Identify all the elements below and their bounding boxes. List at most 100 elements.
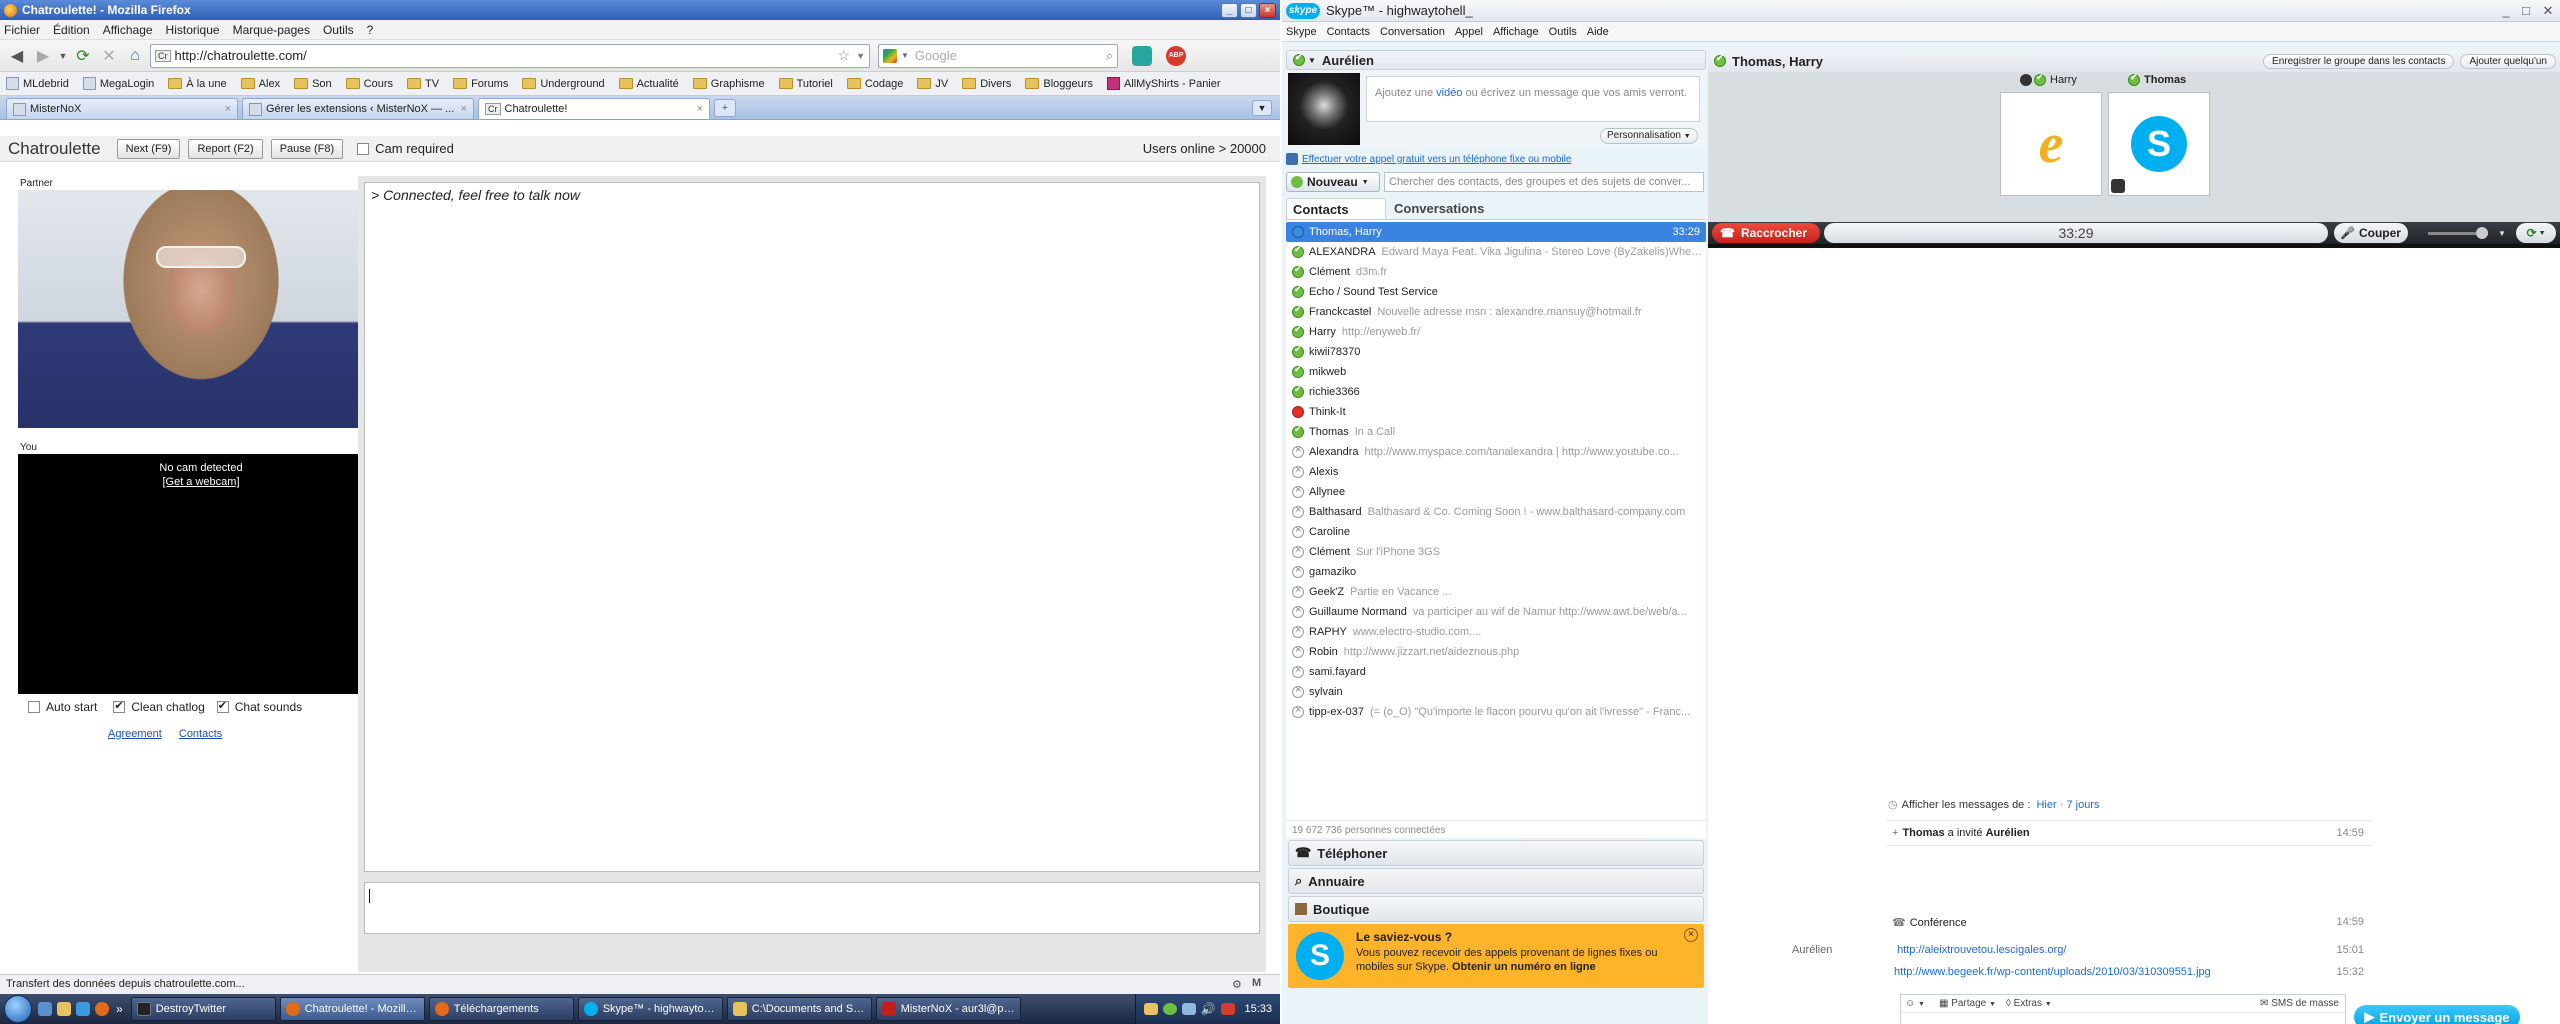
free-call-banner[interactable]: Effectuer votre appel gratuit vers un té… xyxy=(1286,150,1706,168)
tray-folder-icon[interactable] xyxy=(1143,1003,1158,1015)
section-directory[interactable]: ⌕ Annuaire xyxy=(1288,868,1704,894)
tray-security-icon[interactable] xyxy=(1221,1003,1236,1015)
menu-help[interactable]: ? xyxy=(367,23,374,37)
participant-thomas[interactable]: S xyxy=(2108,92,2210,196)
taskbar-firefox[interactable]: Chatroulette! - Mozilla... xyxy=(279,997,425,1021)
quicklaunch-firefox-icon[interactable] xyxy=(95,1002,109,1016)
mood-message-input[interactable]: Ajoutez une vidéo ou écrivez un message … xyxy=(1366,76,1700,122)
bookmark-item[interactable]: MLdebrid xyxy=(6,77,69,90)
contact-row[interactable]: Geek'ZPartie en Vacance ... xyxy=(1286,582,1706,602)
auto-start-checkbox[interactable] xyxy=(28,701,40,713)
participant-harry[interactable]: e xyxy=(2000,92,2102,196)
contact-row[interactable]: Guillaume Normandva participer au wif de… xyxy=(1286,602,1706,622)
section-telephone[interactable]: ☎ Téléphoner xyxy=(1288,840,1704,866)
message-input[interactable] xyxy=(1901,1013,2345,1024)
call-options-button[interactable]: ⟳ ▼ xyxy=(2516,223,2556,243)
contact-row[interactable]: ALEXANDRAEdward Maya Feat. Vika Jigulina… xyxy=(1286,242,1706,262)
menu-marque-pages[interactable]: Marque-pages xyxy=(233,23,310,37)
bookmark-folder[interactable]: Codage xyxy=(846,78,903,90)
save-group-button[interactable]: Enregistrer le groupe dans les contacts xyxy=(2263,53,2455,69)
contact-row[interactable]: Robinhttp://www.jizzart.net/aideznous.ph… xyxy=(1286,642,1706,662)
personalize-button[interactable]: Personnalisation ▼ xyxy=(1600,128,1698,144)
contact-row[interactable]: Allynee xyxy=(1286,482,1706,502)
taskbar-destroytwitter[interactable]: DestroyTwitter xyxy=(130,997,276,1021)
taskbar-filezilla[interactable]: MisterNoX - aur3l@psi... xyxy=(875,997,1021,1021)
quicklaunch-folder-icon[interactable] xyxy=(57,1002,71,1016)
volume-dropdown-icon[interactable]: ▼ xyxy=(2498,229,2506,238)
tip-close-icon[interactable]: × xyxy=(1684,928,1698,942)
contact-row[interactable]: FranckcastelNouvelle adresse msn : alexa… xyxy=(1286,302,1706,322)
menu-edition[interactable]: Édition xyxy=(53,23,90,37)
adblock-icon[interactable]: ABP xyxy=(1166,45,1186,66)
quicklaunch-more-icon[interactable]: » xyxy=(116,1002,123,1016)
contact-row[interactable]: mikweb xyxy=(1286,362,1706,382)
tab-extensions[interactable]: Gérer les extensions ‹ MisterNoX — ... × xyxy=(242,98,474,119)
contact-row[interactable]: richie3366 xyxy=(1286,382,1706,402)
mute-button[interactable]: 🎤 Couper xyxy=(2334,223,2408,243)
forward-icon[interactable]: ▶ xyxy=(32,45,54,67)
contact-row[interactable]: Harryhttp://enyweb.fr/ xyxy=(1286,322,1706,342)
list-all-tabs-icon[interactable]: ▼ xyxy=(1252,100,1272,116)
tab-conversations[interactable]: Conversations xyxy=(1386,198,1526,219)
tab-chatroulette[interactable]: Cr Chatroulette! × xyxy=(478,98,710,119)
taskbar-downloads[interactable]: Téléchargements xyxy=(428,997,574,1021)
skype-menu-aide[interactable]: Aide xyxy=(1587,26,1609,38)
contact-row[interactable]: Alexis xyxy=(1286,462,1706,482)
search-box[interactable]: ▼ Google ⌕ xyxy=(878,43,1118,68)
chat-input[interactable] xyxy=(364,882,1260,934)
menu-affichage[interactable]: Affichage xyxy=(103,23,153,37)
back-icon[interactable]: ◀ xyxy=(6,45,28,67)
emoticon-button[interactable]: ☺ ▼ xyxy=(1905,998,1925,1009)
bookmark-folder[interactable]: Actualité xyxy=(618,78,679,90)
reload-icon[interactable]: ⟳ xyxy=(72,45,94,67)
skype-close-button[interactable]: ✕ xyxy=(2536,3,2560,19)
next-button[interactable]: Next (F9) xyxy=(116,138,181,159)
my-status-icon[interactable] xyxy=(1293,52,1305,66)
contact-row[interactable]: Echo / Sound Test Service xyxy=(1286,282,1706,302)
tab-close-icon[interactable]: × xyxy=(225,103,231,115)
contact-row[interactable]: Think-It xyxy=(1286,402,1706,422)
new-tab-button[interactable]: + xyxy=(714,99,736,117)
skype-maximize-button[interactable]: □ xyxy=(2516,3,2536,18)
cam-required-checkbox[interactable] xyxy=(357,142,370,155)
message-link[interactable]: http://www.begeek.fr/wp-content/uploads/… xyxy=(1894,966,2211,978)
bookmark-star-icon[interactable]: ☆ xyxy=(838,47,851,64)
tip-link[interactable]: Obtenir un numéro en ligne xyxy=(1452,961,1596,973)
tray-network-icon[interactable] xyxy=(1181,1003,1196,1015)
skype-menu-skype[interactable]: Skype xyxy=(1286,26,1317,38)
menu-fichier[interactable]: Fichier xyxy=(4,23,40,37)
contact-row[interactable]: tipp-ex-037(= (o_O) "Qu'importe le flaco… xyxy=(1286,702,1706,722)
new-button[interactable]: Nouveau ▼ xyxy=(1286,172,1380,192)
volume-knob[interactable] xyxy=(2476,226,2488,239)
start-button[interactable] xyxy=(4,995,32,1023)
history-7days-link[interactable]: 7 jours xyxy=(2066,799,2099,811)
contacts-link[interactable]: Contacts xyxy=(179,728,222,740)
send-message-button[interactable]: ▶ Envoyer un message xyxy=(2354,1005,2520,1024)
addon-icon[interactable] xyxy=(1132,45,1152,66)
tab-close-icon[interactable]: × xyxy=(461,103,467,115)
bookmark-folder[interactable]: À la une xyxy=(168,78,227,90)
taskbar-skype[interactable]: Skype™ - highwaytoh... xyxy=(577,997,723,1021)
minimize-button[interactable]: _ xyxy=(1221,2,1238,18)
tray-volume-icon[interactable]: 🔊 xyxy=(1201,1002,1216,1016)
skype-menu-contacts[interactable]: Contacts xyxy=(1327,26,1370,38)
contact-row[interactable]: Clémentd3m.fr xyxy=(1286,262,1706,282)
clean-chatlog-checkbox[interactable] xyxy=(113,699,126,713)
contact-row[interactable]: Alexandrahttp://www.myspace.com/tanalexa… xyxy=(1286,442,1706,462)
quicklaunch-ie-icon[interactable] xyxy=(76,1002,90,1016)
contact-row[interactable]: Caroline xyxy=(1286,522,1706,542)
extras-button[interactable]: ◊ Extras ▼ xyxy=(2006,998,2052,1009)
history-yesterday-link[interactable]: Hier xyxy=(2036,799,2056,811)
bookmark-folder[interactable]: Tutoriel xyxy=(778,78,833,90)
maximize-button[interactable]: □ xyxy=(1240,2,1257,18)
bookmark-folder[interactable]: Bloggeurs xyxy=(1025,78,1093,90)
tray-skype-icon[interactable] xyxy=(1162,1003,1177,1015)
bookmark-folder[interactable]: JV xyxy=(917,78,948,90)
skype-menu-conversation[interactable]: Conversation xyxy=(1380,26,1445,38)
skype-menu-appel[interactable]: Appel xyxy=(1455,26,1483,38)
quicklaunch-desktop-icon[interactable] xyxy=(38,1002,52,1016)
url-bar[interactable]: Cr http://chatroulette.com/ ☆ ▼ xyxy=(150,43,870,68)
url-dropdown-icon[interactable]: ▼ xyxy=(856,51,865,61)
message-link[interactable]: http://aleixtrouvetou.lescigales.org/ xyxy=(1897,944,2066,956)
tab-contacts[interactable]: Contacts xyxy=(1286,198,1386,219)
